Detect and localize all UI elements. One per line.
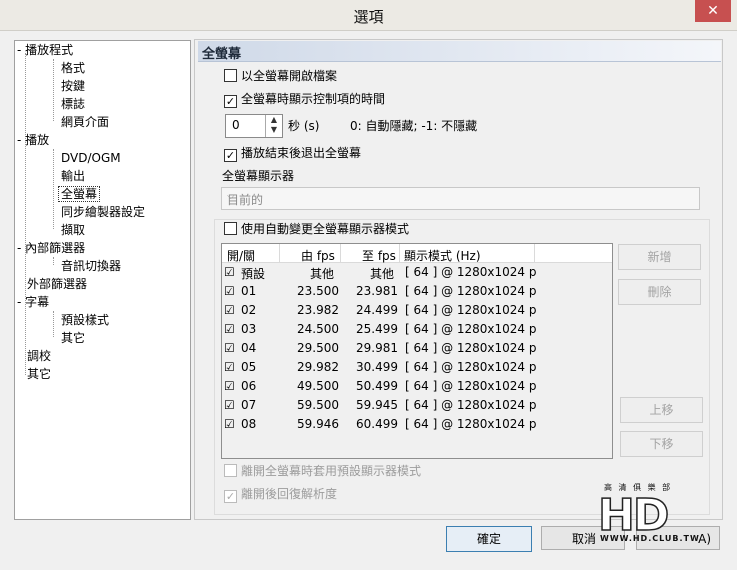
row-checkbox[interactable]: ☑ — [224, 417, 235, 431]
tree-guide-line — [53, 311, 54, 337]
delete-button[interactable]: 刪除 — [618, 279, 701, 305]
spinner-hint: 0: 自動隱藏; -1: 不隱藏 — [350, 119, 478, 133]
spin-down-icon[interactable]: ▼ — [266, 125, 282, 135]
row-checkbox[interactable]: ☑ — [224, 322, 235, 336]
row-checkbox[interactable]: ☑ — [224, 303, 235, 317]
watermark-logo: 高 清 俱 樂 部 HD WWW.HD.CLUB.TW — [597, 483, 700, 543]
table-row[interactable]: ☑ 05 29.982 30.499 [ 64 ] @ 1280x1024 p — [222, 358, 612, 377]
tree-item-player[interactable]: - 播放程式 — [17, 43, 73, 57]
expand-icon[interactable]: - — [17, 133, 21, 147]
table-row[interactable]: ☑ 預設 其他 其他 [ 64 ] @ 1280x1024 p — [222, 263, 612, 282]
tree-item-subtitles[interactable]: - 字幕 — [17, 295, 49, 309]
tree-item-audio-switcher[interactable]: 音訊切換器 — [61, 259, 121, 273]
table-row[interactable]: ☑ 03 24.500 25.499 [ 64 ] @ 1280x1024 p — [222, 320, 612, 339]
row-checkbox[interactable]: ☑ — [224, 379, 235, 393]
tree-item-capture[interactable]: 擷取 — [61, 223, 85, 237]
table-row[interactable]: ☑ 06 49.500 50.499 [ 64 ] @ 1280x1024 p — [222, 377, 612, 396]
tree-item-misc[interactable]: 其它 — [27, 367, 51, 381]
launch-fullscreen-checkbox[interactable]: 以全螢幕開啟檔案 — [224, 69, 337, 83]
tree-guide-line — [53, 257, 54, 265]
table-body: ☑ 預設 其他 其他 [ 64 ] @ 1280x1024 p ☑ 01 23.… — [222, 263, 612, 458]
ok-button[interactable]: 確定 — [446, 526, 532, 552]
spinner-unit: 秒 (s) — [288, 119, 320, 133]
column-header[interactable]: 顯示模式 (Hz) — [404, 247, 481, 264]
checkbox-box[interactable]: ✓ — [224, 95, 237, 108]
tree-item-webui[interactable]: 網頁介面 — [61, 115, 109, 129]
tree-item-external-filters[interactable]: 外部篩選器 — [27, 277, 87, 291]
move-down-button[interactable]: 下移 — [620, 431, 703, 457]
expand-icon[interactable]: - — [17, 295, 21, 309]
spinner-value[interactable]: 0 — [232, 118, 240, 132]
spin-up-icon[interactable]: ▲ — [266, 115, 282, 125]
column-header[interactable]: 至 fps — [362, 247, 396, 264]
restore-default-mode-checkbox[interactable]: 離開全螢幕時套用預設顯示器模式 — [224, 464, 421, 478]
table-row[interactable]: ☑ 01 23.500 23.981 [ 64 ] @ 1280x1024 p — [222, 282, 612, 301]
tree-guide-line — [25, 53, 26, 375]
tree-item-subtitles-misc[interactable]: 其它 — [61, 331, 85, 345]
expand-icon[interactable]: - — [17, 43, 21, 57]
table-row[interactable]: ☑ 07 59.500 59.945 [ 64 ] @ 1280x1024 p — [222, 396, 612, 415]
table-row[interactable]: ☑ 04 29.500 29.981 [ 64 ] @ 1280x1024 p — [222, 339, 612, 358]
options-tree[interactable]: - 播放程式 格式 按鍵 標誌 網頁介面 - 播放 DVD/OGM 輸出 全螢幕… — [14, 40, 191, 520]
exit-after-playback-checkbox[interactable]: ✓ 播放結束後退出全螢幕 — [224, 146, 361, 162]
tree-item-sync-renderer[interactable]: 同步繪製器設定 — [61, 205, 145, 219]
column-header[interactable]: 開/關 — [227, 247, 255, 264]
checkbox-box[interactable]: ✓ — [224, 490, 237, 503]
title-bar: 選項 ✕ — [0, 0, 737, 31]
row-checkbox[interactable]: ☑ — [224, 360, 235, 374]
tree-item-logo[interactable]: 標誌 — [61, 97, 85, 111]
monitor-label: 全螢幕顯示器 — [222, 169, 295, 183]
row-checkbox[interactable]: ☑ — [224, 284, 235, 298]
auto-change-mode-checkbox[interactable]: 使用自動變更全螢幕顯示器模式 — [224, 222, 409, 236]
expand-icon[interactable]: - — [17, 241, 21, 255]
tree-item-format[interactable]: 格式 — [61, 61, 85, 75]
tree-item-fullscreen[interactable]: 全螢幕 — [57, 186, 101, 202]
hide-delay-spinner[interactable]: 0 ▲ ▼ — [225, 114, 283, 138]
row-checkbox[interactable]: ☑ — [224, 265, 235, 279]
column-header[interactable]: 由 fps — [301, 247, 335, 264]
panel-title: 全螢幕 — [202, 47, 242, 62]
tree-guide-line — [53, 149, 54, 229]
spinner-buttons[interactable]: ▲ ▼ — [265, 115, 282, 137]
chevron-down-icon[interactable]: ⌵ — [227, 191, 693, 202]
move-up-button[interactable]: 上移 — [620, 397, 703, 423]
table-row[interactable]: ☑ 08 59.946 60.499 [ 64 ] @ 1280x1024 p — [222, 415, 612, 434]
tree-item-default-style[interactable]: 預設樣式 — [61, 313, 109, 327]
table-row[interactable]: ☑ 02 23.982 24.499 [ 64 ] @ 1280x1024 p — [222, 301, 612, 320]
display-mode-table[interactable]: 開/關 由 fps 至 fps 顯示模式 (Hz) ☑ 預設 其他 其他 [ 6… — [221, 243, 613, 459]
checkbox-box[interactable] — [224, 222, 237, 235]
tree-guide-line — [53, 59, 54, 121]
checkbox-box[interactable] — [224, 69, 237, 82]
checkbox-box[interactable]: ✓ — [224, 149, 237, 162]
monitor-select[interactable]: 目前的 ⌵ — [221, 187, 700, 210]
tree-item-dvd-ogm[interactable]: DVD/OGM — [61, 151, 121, 165]
show-controls-time-checkbox[interactable]: ✓ 全螢幕時顯示控制項的時間 — [224, 92, 385, 108]
table-header: 開/關 由 fps 至 fps 顯示模式 (Hz) — [222, 244, 612, 263]
tree-item-playback[interactable]: - 播放 — [17, 133, 49, 147]
tree-item-internal-filters[interactable]: - 內部篩選器 — [17, 241, 85, 255]
close-button[interactable]: ✕ — [695, 0, 731, 22]
row-checkbox[interactable]: ☑ — [224, 398, 235, 412]
restore-resolution-checkbox[interactable]: ✓ 離開後回復解析度 — [224, 487, 337, 503]
window-title: 選項 — [353, 8, 384, 26]
tree-item-tweaks[interactable]: 調校 — [27, 349, 51, 363]
tree-item-output[interactable]: 輸出 — [61, 169, 85, 183]
add-button[interactable]: 新增 — [618, 244, 701, 270]
tree-item-keys[interactable]: 按鍵 — [61, 79, 85, 93]
row-checkbox[interactable]: ☑ — [224, 341, 235, 355]
checkbox-box[interactable] — [224, 464, 237, 477]
panel-header: 全螢幕 — [198, 41, 721, 62]
